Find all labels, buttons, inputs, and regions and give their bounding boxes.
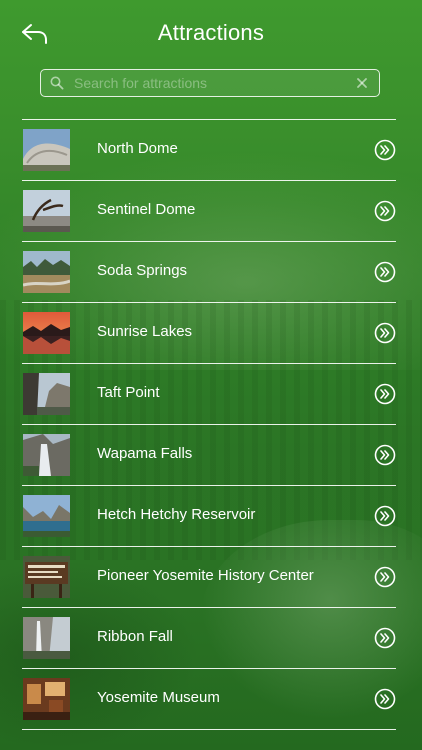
clear-icon[interactable] [355, 76, 369, 90]
cliff-photo [23, 373, 70, 415]
search-bar[interactable] [40, 69, 380, 97]
chevron-right-circle-icon[interactable] [374, 444, 396, 466]
history-sign-photo [23, 556, 70, 598]
list-item-label: Sunrise Lakes [97, 323, 193, 340]
chevron-right-circle-icon[interactable] [374, 505, 396, 527]
list-item-label: Hetch Hetchy Reservoir [97, 506, 256, 523]
chevron-right-circle-icon[interactable] [374, 688, 396, 710]
list-item-pioneer-yosemite-history-center[interactable]: Pioneer Yosemite History Center [22, 547, 396, 608]
chevron-right-circle-icon[interactable] [374, 261, 396, 283]
tree-on-rock-photo [23, 190, 70, 232]
chevron-right-circle-icon[interactable] [374, 322, 396, 344]
search-icon [50, 76, 64, 90]
list-item-north-dome[interactable]: North Dome [22, 120, 396, 181]
list-item-soda-springs[interactable]: Soda Springs [22, 242, 396, 303]
list-item-wapama-falls[interactable]: Wapama Falls [22, 425, 396, 486]
chevron-right-circle-icon[interactable] [374, 383, 396, 405]
header-bar: Attractions [0, 0, 422, 64]
list-item-label: North Dome [97, 140, 178, 157]
search-input[interactable] [74, 73, 344, 93]
page-title: Attractions [157, 20, 265, 45]
sunset-lake-photo [23, 312, 70, 354]
reservoir-photo [23, 495, 70, 537]
list-item-ribbon-fall[interactable]: Ribbon Fall [22, 608, 396, 669]
chevron-right-circle-icon[interactable] [374, 627, 396, 649]
list-item-label: Soda Springs [97, 262, 188, 279]
list-item-hetch-hetchy-reservoir[interactable]: Hetch Hetchy Reservoir [22, 486, 396, 547]
list-item-sentinel-dome[interactable]: Sentinel Dome [22, 181, 396, 242]
attractions-screen: Attractions North Dome [0, 0, 422, 750]
list-item-yosemite-museum[interactable]: Yosemite Museum [22, 669, 396, 730]
chevron-right-circle-icon[interactable] [374, 566, 396, 588]
ribbon-fall-photo [23, 617, 70, 659]
museum-interior-photo [23, 678, 70, 720]
attractions-list: North Dome Sentinel Dome Soda Springs Su… [22, 119, 396, 730]
list-item-sunrise-lakes[interactable]: Sunrise Lakes [22, 303, 396, 364]
granite-dome-photo [23, 129, 70, 171]
list-item-label: Wapama Falls [97, 445, 193, 462]
meadow-stream-photo [23, 251, 70, 293]
list-item-label: Pioneer Yosemite History Center [97, 567, 314, 584]
list-item-taft-point[interactable]: Taft Point [22, 364, 396, 425]
list-item-label: Sentinel Dome [97, 201, 196, 218]
chevron-right-circle-icon[interactable] [374, 200, 396, 222]
waterfall-photo [23, 434, 70, 476]
chevron-right-circle-icon[interactable] [374, 139, 396, 161]
list-item-label: Yosemite Museum [97, 689, 220, 706]
list-item-label: Ribbon Fall [97, 628, 173, 645]
list-item-label: Taft Point [97, 384, 160, 401]
